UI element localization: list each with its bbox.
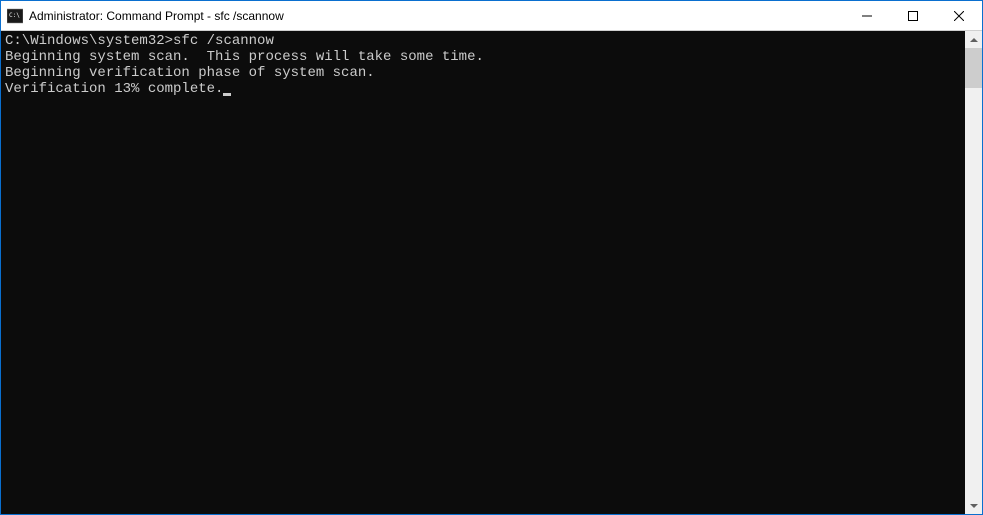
scroll-down-arrow-icon[interactable] (965, 497, 982, 514)
cursor (223, 93, 231, 96)
prompt-text: C:\Windows\system32> (5, 33, 173, 49)
cmd-icon: C:\ (7, 8, 23, 24)
output-line: Verification 13% complete. (5, 81, 223, 97)
close-button[interactable] (936, 1, 982, 30)
titlebar[interactable]: C:\ Administrator: Command Prompt - sfc … (1, 1, 982, 31)
scroll-thumb[interactable] (965, 48, 982, 88)
content-area: C:\Windows\system32>sfc /scannowBeginnin… (1, 31, 982, 514)
window-title: Administrator: Command Prompt - sfc /sca… (29, 9, 844, 23)
scroll-up-arrow-icon[interactable] (965, 31, 982, 48)
maximize-button[interactable] (890, 1, 936, 30)
scroll-track[interactable] (965, 48, 982, 497)
vertical-scrollbar[interactable] (965, 31, 982, 514)
svg-text:C:\: C:\ (9, 12, 20, 19)
output-line: Beginning system scan. This process will… (5, 49, 961, 65)
window-controls (844, 1, 982, 30)
terminal-output[interactable]: C:\Windows\system32>sfc /scannowBeginnin… (1, 31, 965, 514)
command-prompt-window: C:\ Administrator: Command Prompt - sfc … (0, 0, 983, 515)
output-line: Beginning verification phase of system s… (5, 65, 961, 81)
minimize-button[interactable] (844, 1, 890, 30)
command-text: sfc /scannow (173, 33, 274, 49)
